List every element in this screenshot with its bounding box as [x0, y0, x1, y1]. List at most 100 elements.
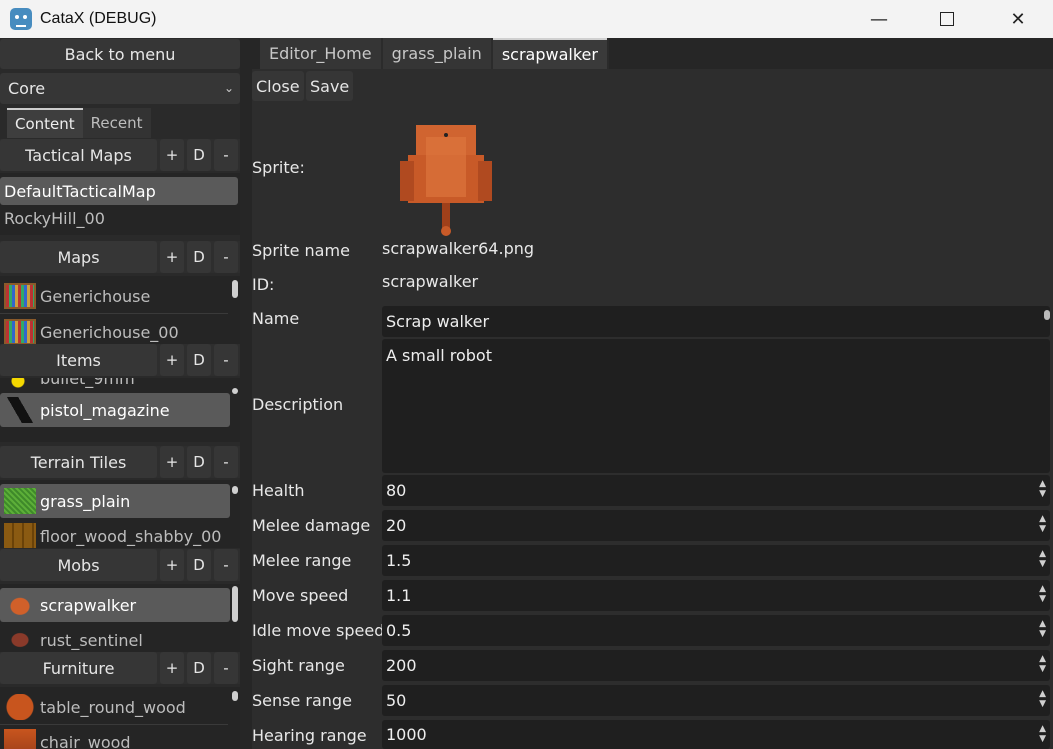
melee-range-spinbox[interactable]: 1.5 ▲ ▼ [382, 545, 1050, 576]
mobs-header: Mobs + D - [0, 549, 240, 581]
mod-select[interactable]: Core ⌄ [0, 73, 240, 104]
mobs-list: scrapwalker rust_sentinel [0, 584, 240, 652]
add-item-button[interactable]: + [160, 344, 184, 376]
scrollbar[interactable] [232, 388, 238, 394]
remove-terrain-tile-button[interactable]: - [214, 446, 238, 478]
spin-arrows-icon[interactable]: ▲ ▼ [1039, 549, 1046, 569]
spin-arrows-icon[interactable]: ▲ ▼ [1039, 514, 1046, 534]
name-input[interactable]: Scrap walker [382, 306, 1050, 337]
spin-arrows-icon[interactable]: ▲ ▼ [1039, 584, 1046, 604]
scrollbar[interactable] [1044, 310, 1050, 320]
divider [0, 724, 228, 725]
maps-header: Maps + D - [0, 241, 240, 273]
maximize-button[interactable] [912, 0, 982, 38]
remove-map-button[interactable]: - [214, 241, 238, 273]
sight-range-label: Sight range [252, 656, 345, 675]
remove-mob-button[interactable]: - [214, 549, 238, 581]
furniture-toggle[interactable]: Furniture [0, 652, 157, 684]
move-speed-spinbox[interactable]: 1.1 ▲ ▼ [382, 580, 1050, 611]
wood-floor-tile-icon [4, 523, 36, 548]
melee-damage-spinbox[interactable]: 20 ▲ ▼ [382, 510, 1050, 541]
spin-arrows-icon[interactable]: ▲ ▼ [1039, 724, 1046, 744]
divider [0, 313, 228, 314]
hearing-range-spinbox[interactable]: 1000 ▲ ▼ [382, 720, 1050, 749]
terrain-tiles-list: grass_plain floor_wood_shabby_00 [0, 480, 240, 548]
minimize-button[interactable]: — [844, 0, 914, 38]
scrollbar[interactable] [232, 486, 238, 494]
health-value: 80 [386, 481, 407, 500]
scrollbar[interactable] [232, 280, 238, 298]
add-map-button[interactable]: + [160, 241, 184, 273]
idle-move-speed-spinbox[interactable]: 0.5 ▲ ▼ [382, 615, 1050, 646]
health-spinbox[interactable]: 80 ▲ ▼ [382, 475, 1050, 506]
melee-damage-value: 20 [386, 516, 407, 535]
sense-range-spinbox[interactable]: 50 ▲ ▼ [382, 685, 1050, 716]
move-speed-value: 1.1 [386, 586, 412, 605]
duplicate-terrain-tile-button[interactable]: D [187, 446, 211, 478]
spin-arrows-icon[interactable]: ▲ ▼ [1039, 619, 1046, 639]
add-furniture-button[interactable]: + [160, 652, 184, 684]
list-item[interactable]: chair_wood [0, 728, 228, 749]
editor-tabs: Editor_Home grass_plain scrapwalker [260, 38, 609, 69]
scrollbar[interactable] [232, 586, 238, 622]
sprite-left-arm [400, 161, 414, 201]
name-label: Name [252, 309, 300, 328]
mobs-toggle[interactable]: Mobs [0, 549, 157, 581]
add-tactical-map-button[interactable]: + [160, 139, 184, 171]
list-item[interactable]: pistol_9mm [0, 434, 228, 443]
items-header: Items + D - [0, 344, 240, 376]
close-button[interactable]: Close [252, 71, 304, 101]
list-item[interactable]: floor_wood_shabby_00 [0, 522, 228, 548]
sprite-name-value[interactable]: scrapwalker64.png [382, 239, 534, 258]
back-to-menu-button[interactable]: Back to menu [0, 39, 240, 69]
spin-arrows-icon[interactable]: ▲ ▼ [1039, 654, 1046, 674]
content-sidebar: Back to menu Core ⌄ Content Recent Tacti… [0, 38, 240, 749]
close-window-button[interactable]: ✕ [983, 0, 1053, 38]
remove-tactical-map-button[interactable]: - [214, 139, 238, 171]
idle-move-speed-label: Idle move speed [252, 621, 385, 640]
terrain-tiles-toggle[interactable]: Terrain Tiles [0, 446, 157, 478]
add-terrain-tile-button[interactable]: + [160, 446, 184, 478]
list-item[interactable]: scrapwalker [0, 588, 230, 622]
duplicate-item-button[interactable]: D [187, 344, 211, 376]
list-item[interactable]: pistol_magazine [0, 393, 230, 427]
round-table-icon [4, 694, 36, 720]
move-speed-label: Move speed [252, 586, 349, 605]
tab-grass-plain[interactable]: grass_plain [382, 38, 491, 69]
list-item[interactable]: Generichouse_00 [0, 318, 228, 344]
list-item[interactable]: rust_sentinel [0, 626, 228, 652]
sprite-label: Sprite: [252, 158, 305, 177]
items-toggle[interactable]: Items [0, 344, 157, 376]
tactical-maps-toggle[interactable]: Tactical Maps [0, 139, 157, 171]
list-item[interactable]: DefaultTacticalMap [0, 177, 238, 205]
tab-editor-home[interactable]: Editor_Home [260, 38, 381, 69]
list-item[interactable]: RockyHill_00 [0, 204, 238, 232]
duplicate-tactical-map-button[interactable]: D [187, 139, 211, 171]
spin-arrows-icon[interactable]: ▲ ▼ [1039, 689, 1046, 709]
sprite-highlight [426, 137, 466, 197]
add-mob-button[interactable]: + [160, 549, 184, 581]
tab-scrapwalker[interactable]: scrapwalker [492, 38, 607, 69]
description-textarea[interactable]: A small robot [382, 339, 1050, 473]
scrollbar[interactable] [232, 691, 238, 701]
duplicate-mob-button[interactable]: D [187, 549, 211, 581]
remove-furniture-button[interactable]: - [214, 652, 238, 684]
magazine-icon [4, 397, 36, 423]
spin-arrows-icon[interactable]: ▲ ▼ [1039, 479, 1046, 499]
duplicate-map-button[interactable]: D [187, 241, 211, 273]
rust-sentinel-icon [4, 627, 36, 652]
tab-recent[interactable]: Recent [82, 108, 151, 138]
splitter[interactable] [240, 38, 252, 749]
tab-content[interactable]: Content [7, 108, 83, 138]
sight-range-spinbox[interactable]: 200 ▲ ▼ [382, 650, 1050, 681]
list-item[interactable]: Generichouse [0, 282, 228, 310]
maps-toggle[interactable]: Maps [0, 241, 157, 273]
list-item[interactable]: table_round_wood [0, 693, 228, 721]
remove-item-button[interactable]: - [214, 344, 238, 376]
sight-range-value: 200 [386, 656, 417, 675]
list-item[interactable]: bullet_9mm [0, 378, 228, 392]
save-button[interactable]: Save [306, 71, 354, 101]
scrapwalker-sprite-image[interactable] [386, 121, 506, 241]
list-item[interactable]: grass_plain [0, 484, 230, 518]
duplicate-furniture-button[interactable]: D [187, 652, 211, 684]
